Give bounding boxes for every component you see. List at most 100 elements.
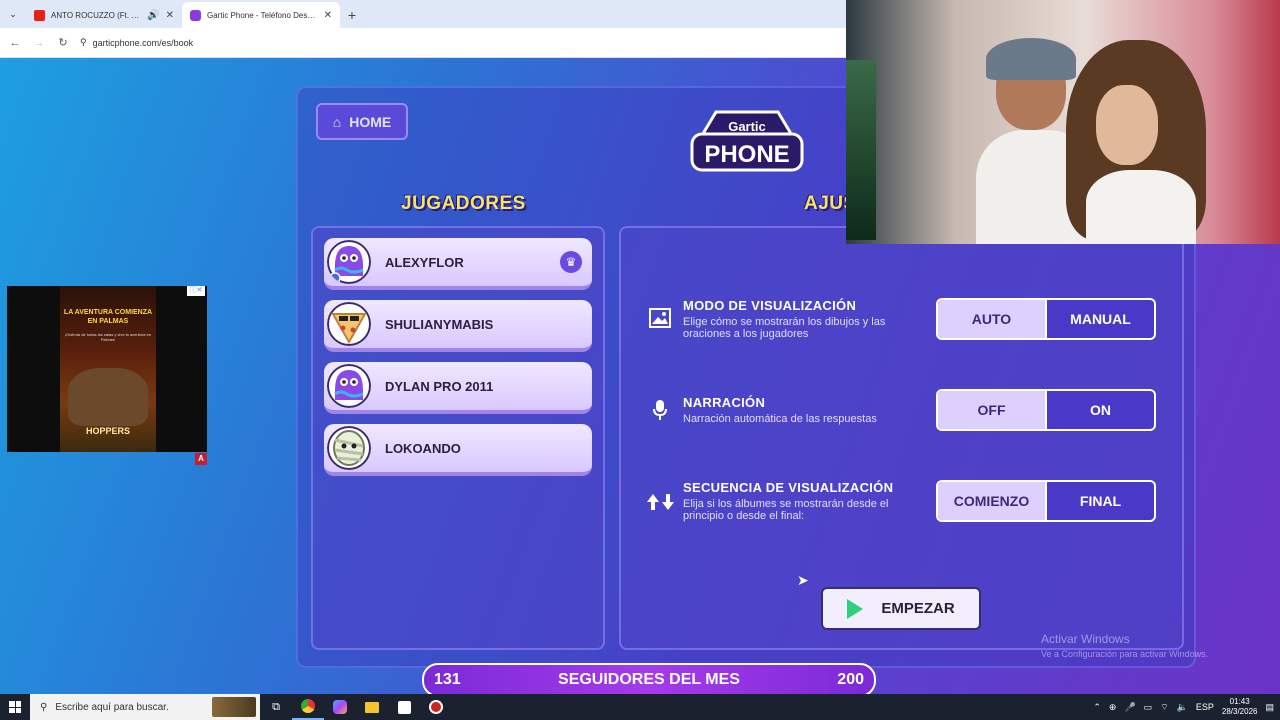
clock[interactable]: 01:43 28/3/2026: [1222, 697, 1258, 717]
player-avatar: [327, 302, 371, 346]
store-icon[interactable]: [388, 694, 420, 720]
option-end[interactable]: FINAL: [1047, 482, 1154, 520]
ad-subtitle: ¡Disfruta de todas las salas y vive la a…: [64, 332, 152, 342]
watermark-line1: Activar Windows: [1041, 632, 1130, 646]
chrome-icon[interactable]: [292, 694, 324, 720]
start-button-windows[interactable]: [0, 694, 30, 720]
home-label: HOME: [349, 113, 392, 130]
microphone-icon: [648, 398, 672, 422]
copilot-icon[interactable]: [324, 694, 356, 720]
start-button[interactable]: EMPEZAR: [821, 587, 981, 630]
player-avatar: [327, 240, 371, 284]
player-name: SHULIANYMABIS: [385, 316, 494, 332]
ad-title: LA AVENTURA COMIENZA EN PALMAS: [63, 309, 153, 325]
image-icon: [648, 306, 672, 330]
chevron-up-icon[interactable]: ⌃: [1093, 702, 1101, 713]
tab-title: Gartic Phone - Teléfono Descon: [207, 10, 318, 20]
advertisement[interactable]: LA AVENTURA COMIENZA EN PALMAS ¡Disfruta…: [7, 286, 207, 452]
players-title: JUGADORES: [401, 193, 526, 214]
option-on[interactable]: ON: [1047, 391, 1154, 429]
back-icon[interactable]: ←: [8, 37, 22, 49]
option-off[interactable]: OFF: [938, 391, 1047, 429]
mouse-cursor-icon: ➤: [797, 572, 809, 588]
windows-activation-watermark: Activar Windows Ve a Configuración para …: [1041, 632, 1208, 659]
clock-date: 28/3/2026: [1221, 707, 1258, 716]
option-start[interactable]: COMIENZO: [938, 482, 1047, 520]
forward-icon[interactable]: →: [32, 37, 46, 49]
language-indicator[interactable]: ESP: [1196, 702, 1214, 712]
search-icon: ⚲: [40, 701, 48, 713]
battery-icon[interactable]: ▭: [1144, 702, 1153, 713]
tab-title: ANTO ROCUZZO (Ft. Doble: [51, 10, 142, 20]
webcam-lamp: [846, 60, 876, 240]
logo-text-top: Gartic: [728, 119, 766, 134]
gartic-icon: [190, 9, 201, 21]
followers-count: 131: [434, 671, 461, 688]
taskbar-search[interactable]: ⚲ Escribe aquí para buscar.: [30, 694, 260, 720]
gartic-phone-logo: Gartic PHONE: [690, 110, 804, 172]
notifications-icon[interactable]: ▤: [1265, 702, 1274, 713]
player-avatar: [327, 426, 371, 470]
player-card: DYLAN PRO 2011: [324, 362, 592, 414]
home-icon: ⌂: [332, 113, 342, 130]
close-tab-icon[interactable]: ✕: [166, 10, 174, 21]
network-icon[interactable]: ⊕: [1109, 702, 1117, 713]
option-auto[interactable]: AUTO: [938, 300, 1047, 338]
sequence-toggle: COMIENZO FINAL: [936, 480, 1156, 522]
home-button[interactable]: ⌂ HOME: [316, 103, 408, 140]
webcam-overlay: [846, 0, 1280, 244]
tab-youtube[interactable]: ANTO ROCUZZO (Ft. Doble 🔊 ✕: [26, 2, 182, 28]
system-tray: ⌃ ⊕ 🎤 ▭ ⌔ 🔈 ESP 01:43 28/3/2026 ▤: [1093, 697, 1280, 717]
player-card: SHULIANYMABIS: [324, 300, 592, 352]
file-explorer-icon[interactable]: [356, 694, 388, 720]
windows-icon: [9, 701, 21, 713]
player-card: ALEXYFLOR ♛: [324, 238, 592, 290]
address-bar: ← → ↻ ⚲ garticphone.com/es/book: [0, 28, 846, 58]
microphone-tray-icon[interactable]: 🎤: [1124, 702, 1135, 713]
app-icon[interactable]: [420, 694, 452, 720]
play-icon: [847, 598, 864, 619]
audio-icon[interactable]: 🔊: [147, 10, 159, 21]
url-text: garticphone.com/es/book: [92, 37, 194, 48]
player-name: ALEXYFLOR: [385, 254, 464, 270]
narration-toggle: OFF ON: [936, 389, 1156, 431]
followers-goal: 200: [837, 671, 864, 688]
option-manual[interactable]: MANUAL: [1047, 300, 1154, 338]
wifi-icon[interactable]: ⌔: [1160, 702, 1168, 713]
windows-taskbar: ⚲ Escribe aquí para buscar. ⧉ ⌃ ⊕ 🎤 ▭ ⌔ …: [0, 694, 1280, 720]
setting-description: Narración automática de las respuestas: [683, 413, 877, 425]
ad-image: LA AVENTURA COMIENZA EN PALMAS ¡Disfruta…: [60, 286, 156, 452]
setting-title: SECUENCIA DE VISUALIZACIÓN: [683, 480, 894, 495]
player-name: DYLAN PRO 2011: [385, 378, 494, 394]
reload-icon[interactable]: ↻: [56, 36, 70, 49]
search-placeholder: Escribe aquí para buscar.: [55, 701, 169, 713]
setting-title: MODO DE VISUALIZACIÓN: [683, 298, 857, 313]
clock-time: 01:43: [1229, 697, 1250, 706]
browser-tabbar: ⌄ ANTO ROCUZZO (Ft. Doble 🔊 ✕ Gartic Pho…: [0, 0, 846, 28]
webcam-person-right: [1066, 40, 1206, 244]
url-field[interactable]: ⚲ garticphone.com/es/book: [80, 37, 193, 48]
youtube-icon: [34, 9, 45, 21]
display-mode-toggle: AUTO MANUAL: [936, 298, 1156, 340]
close-tab-icon[interactable]: ✕: [324, 10, 332, 21]
setting-description: Elige cómo se mostrarán los dibujos y la…: [683, 316, 886, 340]
setting-description: Elija si los álbumes se mostrarán desde …: [683, 498, 889, 522]
volume-icon[interactable]: 🔈: [1177, 702, 1188, 713]
site-info-icon[interactable]: ⚲: [80, 37, 87, 48]
tab-gartic[interactable]: Gartic Phone - Teléfono Descon ✕: [182, 2, 340, 28]
followers-goal-bar: 131 SEGUIDORES DEL MES 200: [422, 663, 876, 697]
ad-brand: HOPPERS: [85, 426, 130, 436]
new-tab-button[interactable]: +: [340, 2, 364, 28]
logo-text-bottom: PHONE: [704, 141, 789, 168]
ad-info-icon[interactable]: ⓘ✕: [187, 286, 205, 296]
ad-badge[interactable]: A: [195, 453, 207, 465]
watermark-line2: Ve a Configuración para activar Windows.: [1041, 649, 1209, 659]
tab-search-icon[interactable]: ⌄: [0, 0, 26, 28]
search-highlight-image: [212, 697, 256, 717]
player-name: LOKOANDO: [385, 440, 461, 456]
task-view-icon[interactable]: ⧉: [260, 694, 292, 720]
crown-icon: ♛: [560, 251, 582, 273]
player-avatar: [327, 364, 371, 408]
player-card: LOKOANDO: [324, 424, 592, 476]
ad-character: [68, 368, 148, 426]
